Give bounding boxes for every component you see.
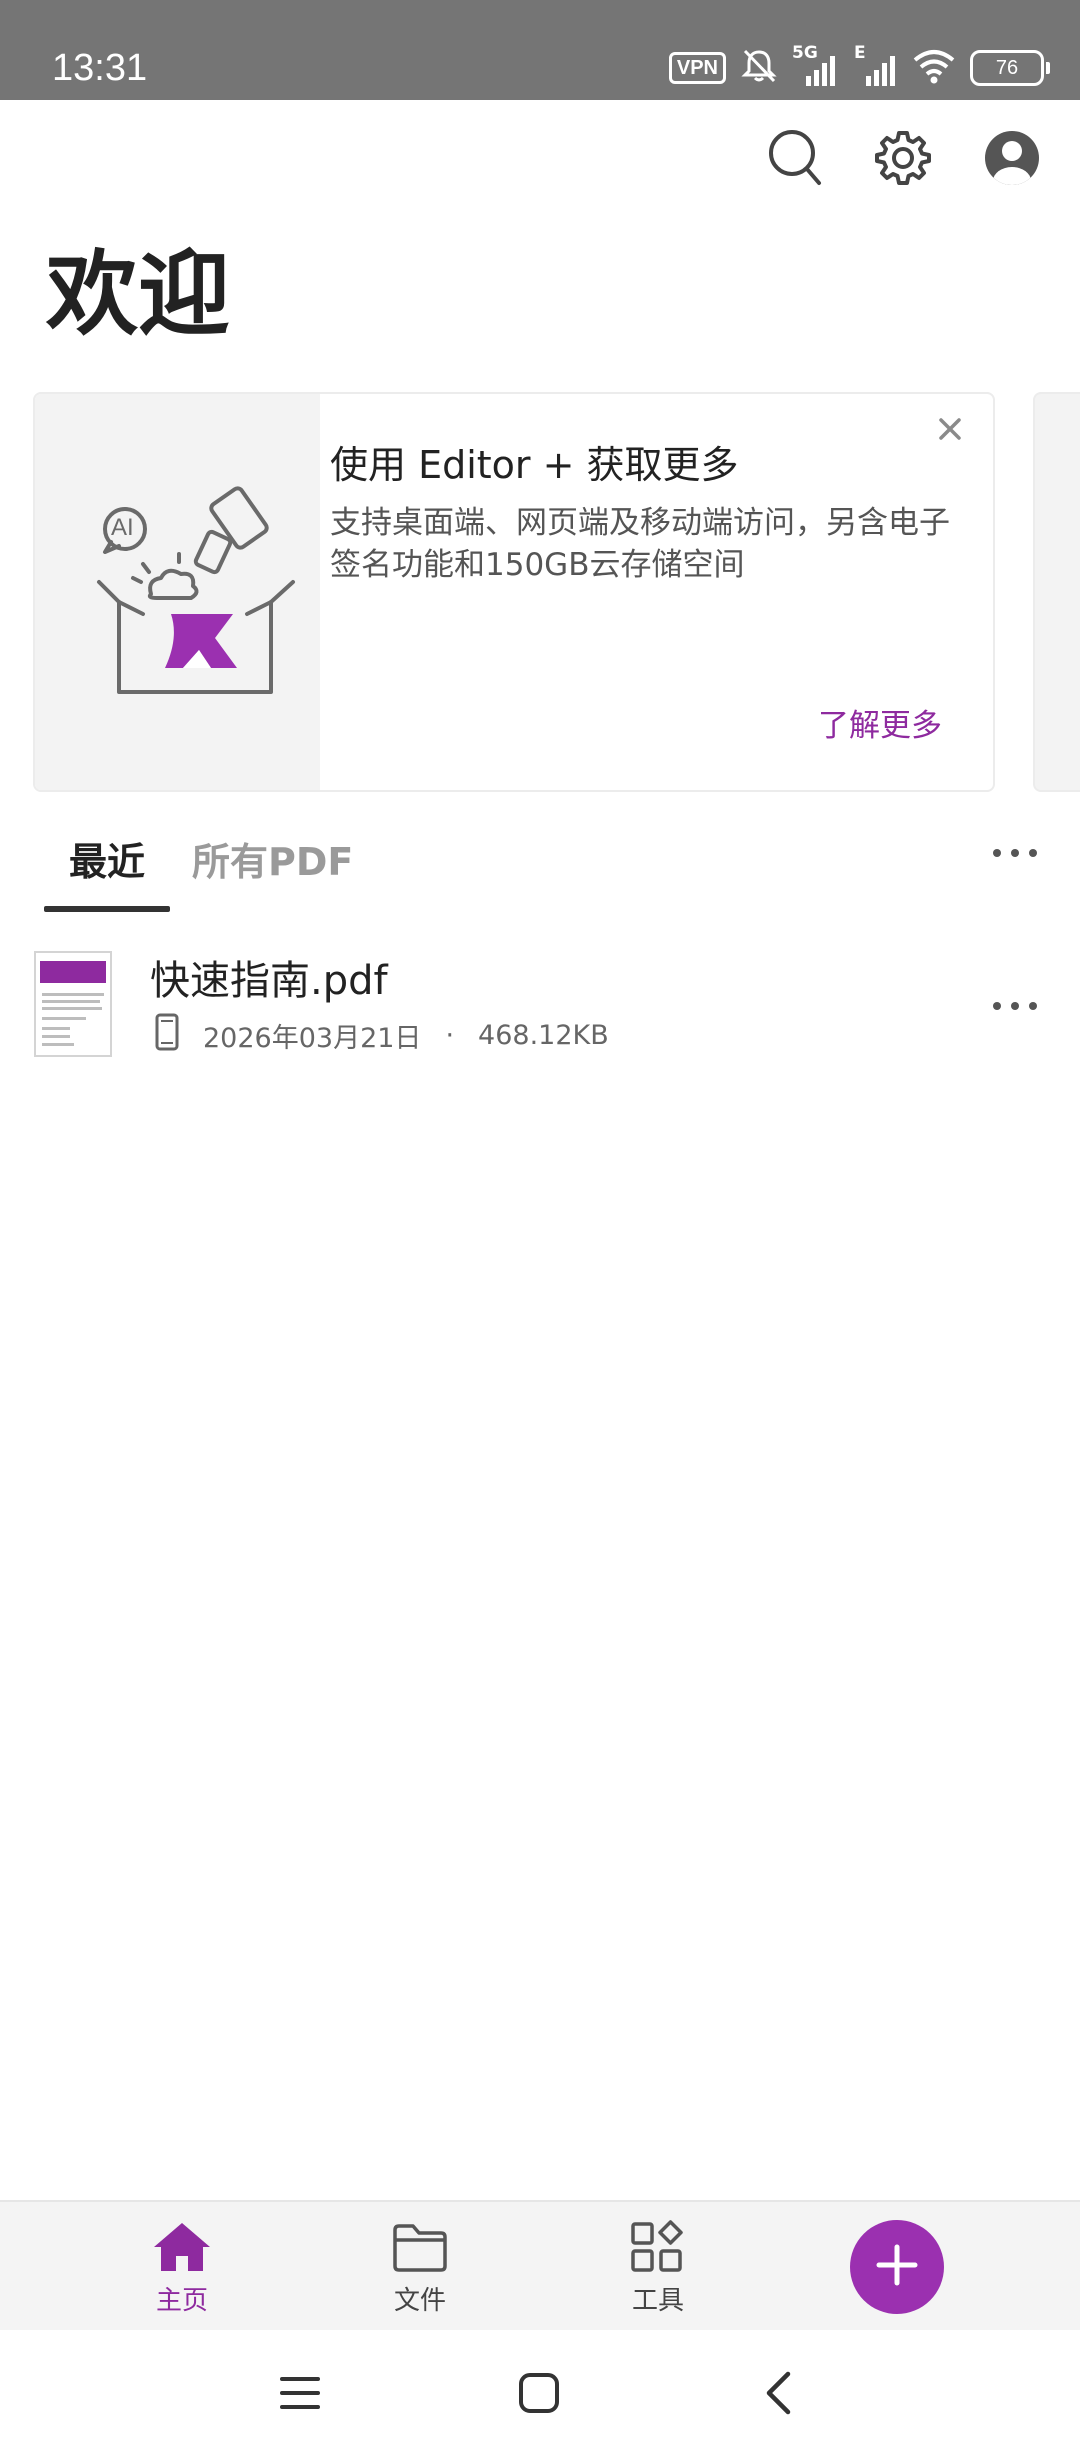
nav-label-home: 主页 [155, 2286, 208, 2316]
signal-icon-2: E [852, 44, 898, 86]
folder-icon [391, 2220, 449, 2278]
thumbnail-line [42, 1043, 74, 1046]
network-type-label-2: E [854, 43, 866, 63]
square-icon [517, 2371, 561, 2419]
battery-icon: 76 [970, 50, 1050, 86]
nav-label-tools: 工具 [631, 2286, 684, 2316]
network-type-label: 5G [792, 43, 818, 63]
tab-recent[interactable]: 最近 [44, 832, 170, 892]
next-promo-card[interactable] [1033, 392, 1080, 792]
thumbnail-line [42, 1027, 70, 1030]
search-icon [767, 128, 823, 192]
plus-icon [875, 2243, 919, 2291]
account-button[interactable] [977, 125, 1047, 195]
nav-label-files: 文件 [393, 2286, 446, 2316]
top-action-bar [0, 125, 1080, 195]
system-navigation-bar [0, 2330, 1080, 2460]
thumbnail-header [40, 961, 106, 983]
wifi-icon [912, 48, 956, 88]
status-bar: 13:31 VPN 5G E 76 [0, 0, 1080, 100]
status-icons: VPN 5G E 76 [668, 44, 1050, 90]
home-icon [151, 2220, 213, 2278]
signal-icon: 5G [792, 44, 838, 86]
promo-title: 使用 Editor + 获取更多 [330, 443, 739, 487]
promo-illustration: AI [35, 394, 320, 790]
thumbnail-line [42, 1035, 70, 1038]
thumbnail-line [42, 1017, 86, 1020]
add-button[interactable] [850, 2220, 944, 2314]
tools-grid-icon [630, 2220, 686, 2278]
settings-button[interactable] [868, 125, 938, 195]
promo-close-button[interactable] [925, 406, 975, 456]
nav-item-home[interactable]: 主页 [122, 2220, 242, 2318]
system-back-button[interactable] [743, 2360, 813, 2430]
pdf-thumbnail [34, 951, 112, 1057]
more-horizontal-icon [992, 996, 1038, 1015]
recent-apps-button[interactable] [265, 2360, 335, 2430]
bell-off-icon [740, 47, 778, 89]
thumbnail-line [42, 1000, 100, 1003]
file-date: 2026年03月21日 [203, 1022, 422, 1054]
tab-all-pdf[interactable]: 所有PDF [192, 832, 353, 892]
more-horizontal-icon [992, 843, 1038, 862]
phone-icon [155, 1013, 179, 1058]
file-name: 快速指南.pdf [150, 958, 388, 1004]
tab-active-indicator [44, 906, 170, 912]
nav-item-tools[interactable]: 工具 [598, 2220, 718, 2318]
promo-description: 支持桌面端、网页端及移动端访问，另含电子签名功能和150GB云存储空间 [330, 505, 950, 583]
list-item[interactable]: 快速指南.pdf 2026年03月21日 · 468.12KB [0, 945, 1080, 1065]
account-icon [983, 129, 1041, 191]
file-more-button[interactable] [985, 985, 1045, 1025]
close-icon [938, 417, 962, 445]
thumbnail-line [42, 993, 104, 996]
menu-icon [278, 2373, 322, 2417]
learn-more-link[interactable]: 了解更多 [818, 705, 942, 747]
search-button[interactable] [760, 125, 830, 195]
page-title: 欢迎 [46, 241, 231, 348]
battery-level: 76 [970, 50, 1044, 86]
system-home-button[interactable] [504, 2360, 574, 2430]
meta-separator: · [445, 1019, 455, 1051]
tabs-more-button[interactable] [985, 832, 1045, 872]
gear-icon [874, 129, 932, 191]
nav-item-files[interactable]: 文件 [360, 2220, 480, 2318]
status-time: 13:31 [52, 47, 148, 89]
file-size: 468.12KB [478, 1019, 609, 1051]
battery-tip [1046, 62, 1050, 74]
thumbnail-line [42, 1007, 102, 1010]
vpn-icon: VPN [668, 52, 726, 84]
back-chevron-icon [762, 2370, 794, 2420]
file-meta: 2026年03月21日 · 468.12KB [155, 1013, 609, 1058]
illustration-ai-label: AI [111, 514, 134, 541]
